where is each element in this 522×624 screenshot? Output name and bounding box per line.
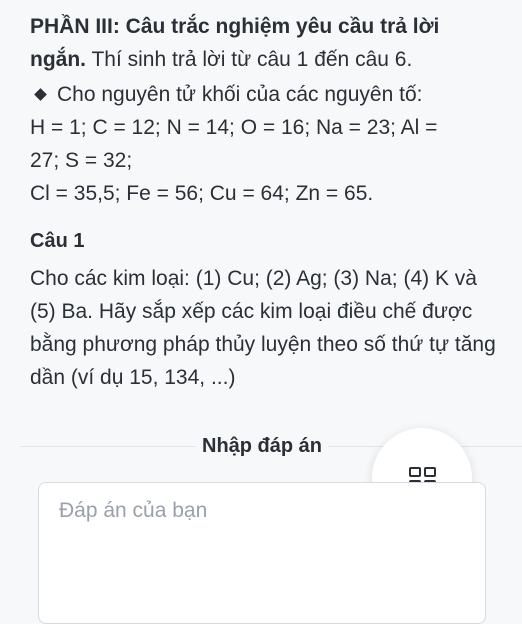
diamond-bullet-icon bbox=[34, 88, 47, 101]
question-block: Câu 1 Cho các kim loại: (1) Cu; (2) Ag; … bbox=[30, 226, 496, 394]
atomic-mass-intro: Cho nguyên tử khối của các nguyên tố: bbox=[57, 83, 423, 106]
atomic-mass-line-2: 27; S = 32; bbox=[30, 149, 133, 172]
answer-box bbox=[38, 482, 486, 624]
atomic-mass-intro-line: Cho nguyên tử khối của các nguyên tố: bbox=[30, 78, 496, 111]
answer-label: Nhập đáp án bbox=[196, 432, 329, 460]
question-heading: Câu 1 bbox=[30, 230, 85, 252]
section-title: PHẦN III: Câu trắc nghiệm yêu cầu trả lờ… bbox=[30, 10, 496, 76]
atomic-mass-line-1: H = 1; C = 12; N = 14; O = 16; Na = 23; … bbox=[30, 116, 438, 139]
atomic-mass-block: Cho nguyên tử khối của các nguyên tố: H … bbox=[30, 78, 496, 210]
answer-input[interactable] bbox=[59, 499, 465, 607]
atomic-mass-line-3: Cl = 35,5; Fe = 56; Cu = 64; Zn = 65. bbox=[30, 182, 374, 205]
section-title-instructions: Thí sinh trả lời từ câu 1 đến câu 6. bbox=[86, 48, 413, 71]
question-text: Cho các kim loại: (1) Cu; (2) Ag; (3) Na… bbox=[30, 267, 496, 389]
